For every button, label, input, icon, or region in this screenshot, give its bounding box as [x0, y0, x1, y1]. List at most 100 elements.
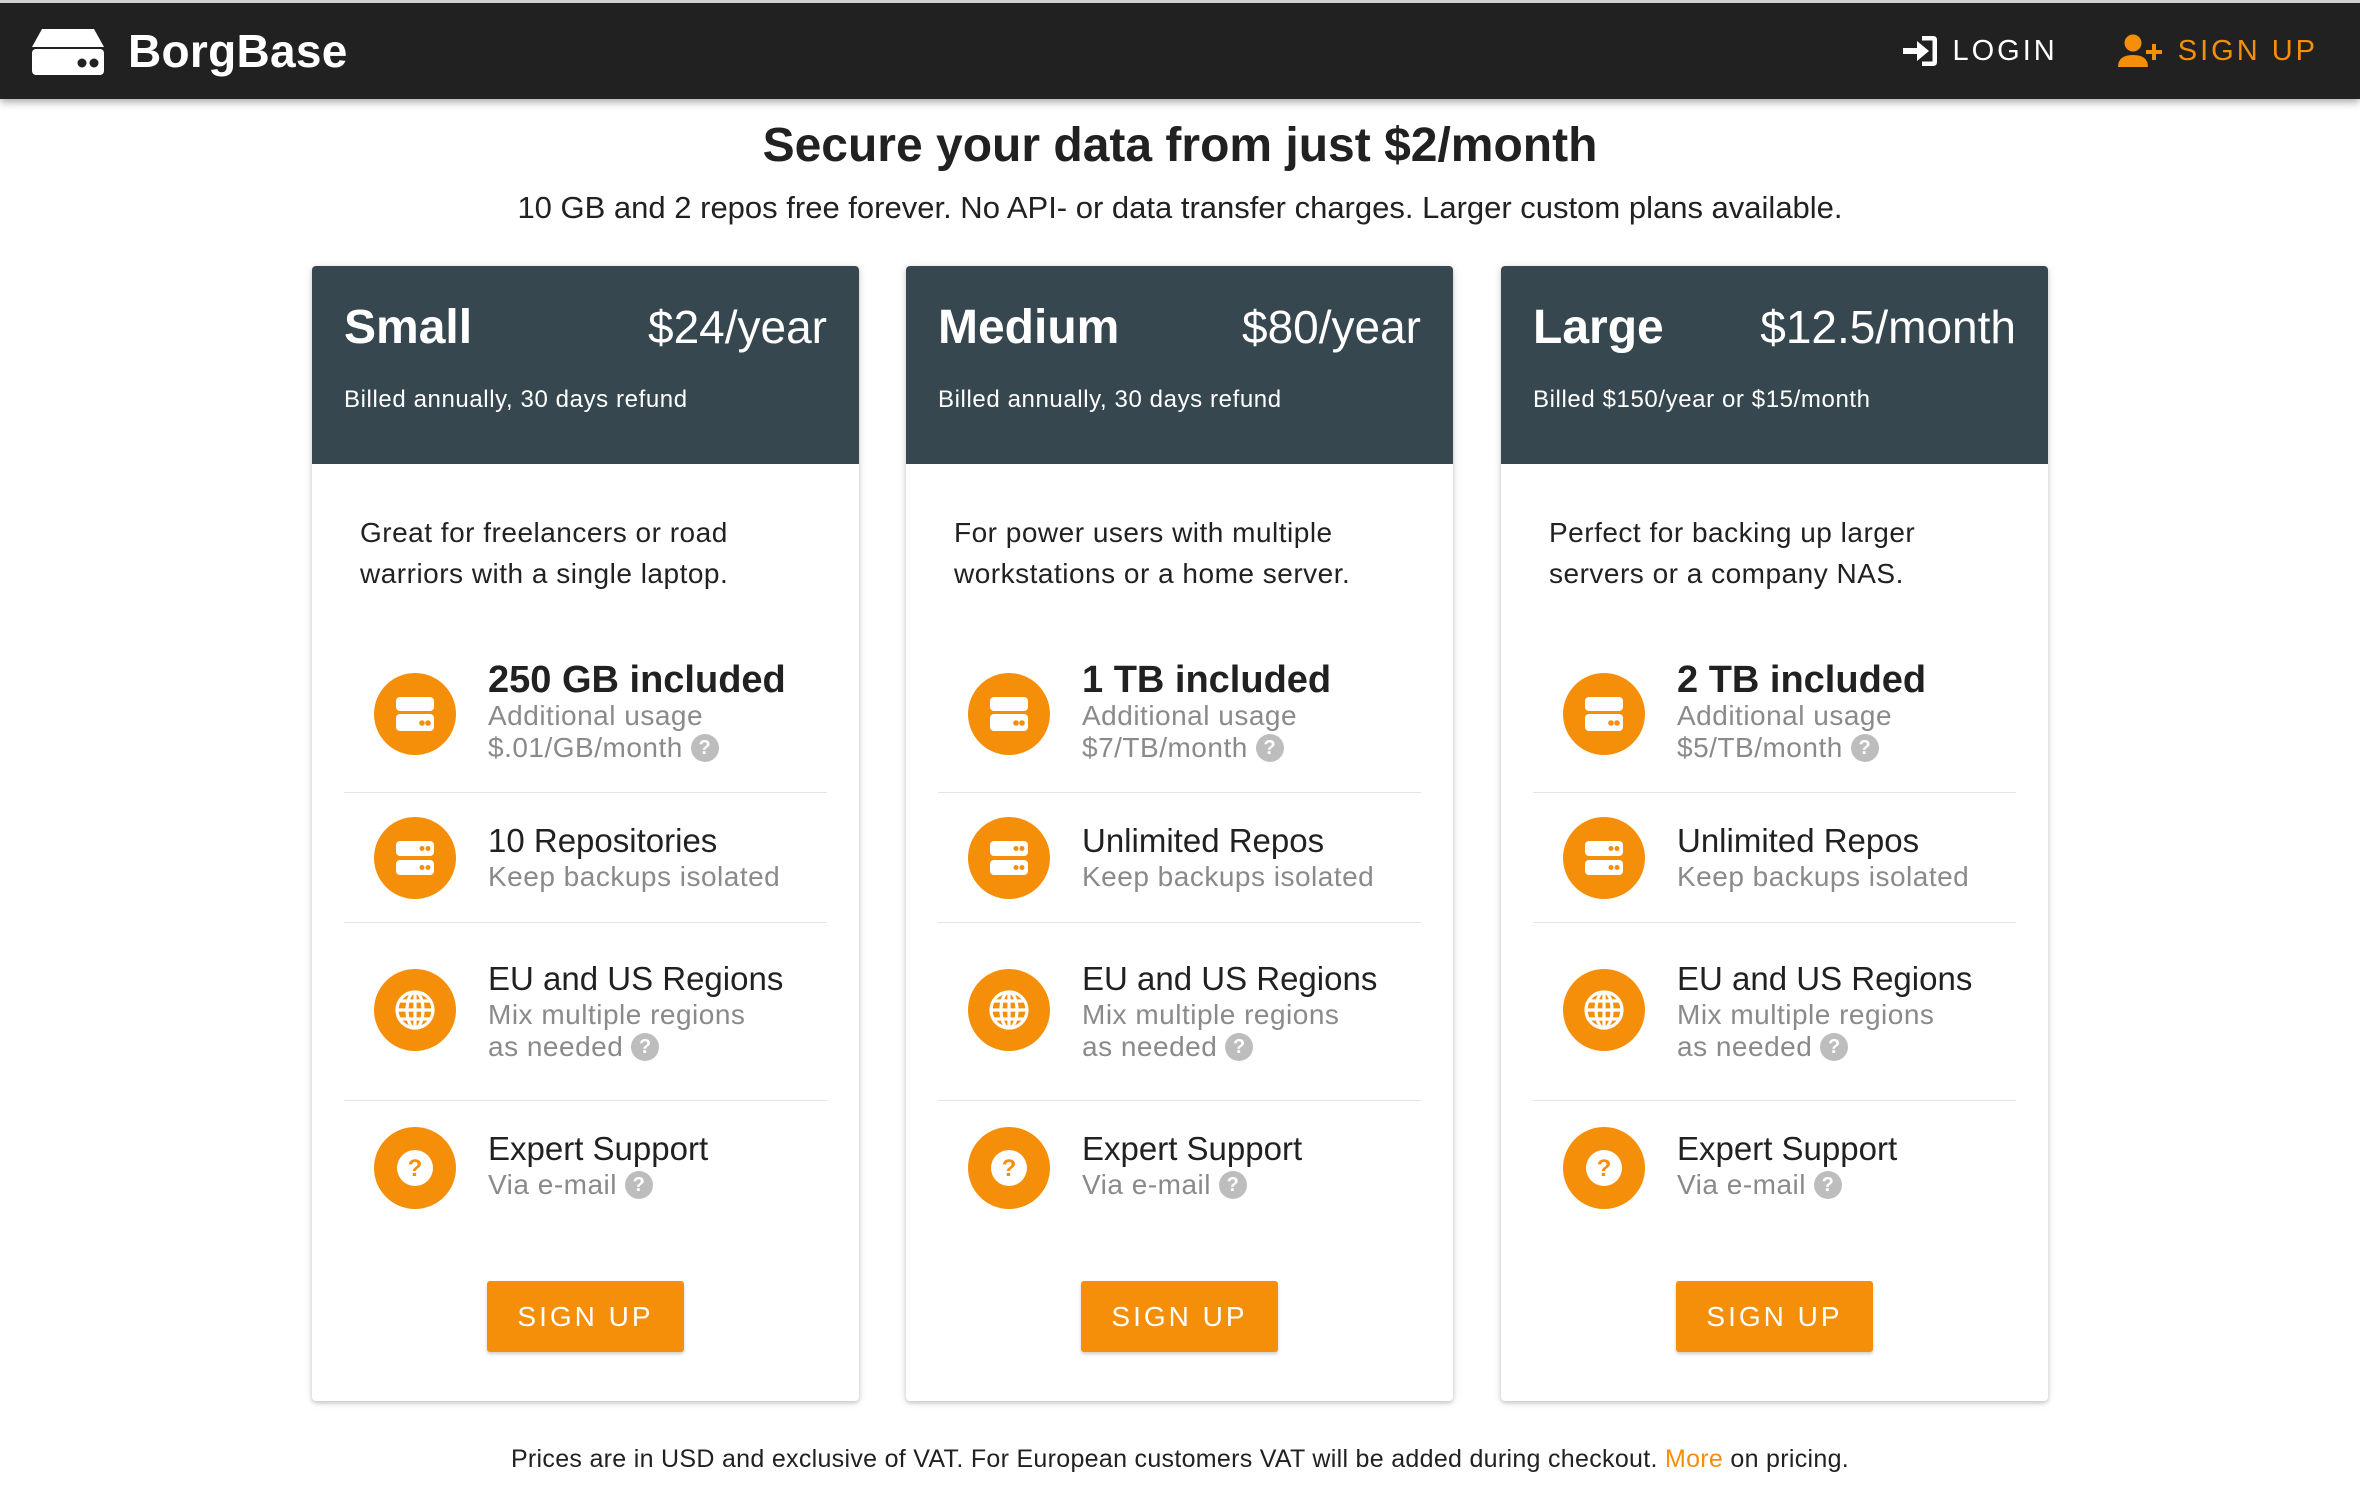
feature-repos: Unlimited Repos Keep backups isolated [938, 793, 1421, 923]
feature-subtitle: as needed [488, 1031, 624, 1062]
help-icon[interactable]: ? [690, 733, 719, 762]
feature-subtitle: Keep backups isolated [488, 861, 781, 892]
login-icon [1902, 36, 1937, 66]
plan-price: $12.5/month [1760, 301, 2016, 353]
harddisk-icon [374, 673, 456, 755]
feature-subtitle: Additional usage [488, 700, 704, 731]
feature-subtitle: Additional usage [1677, 700, 1893, 731]
plan-name: Medium [938, 301, 1120, 354]
feature-storage: 2 TB included Additional usage $5/TB/mon… [1533, 636, 2016, 793]
feature-title: Unlimited Repos [1677, 822, 1920, 859]
plan-name: Small [344, 301, 473, 354]
feature-subtitle: Mix multiple regions [488, 999, 746, 1030]
feature-storage: 1 TB included Additional usage $7/TB/mon… [938, 636, 1421, 793]
feature-support: Expert Support Via e-mail? [938, 1101, 1421, 1241]
signup-button-medium[interactable]: Sign up [1081, 1281, 1278, 1352]
help-icon[interactable]: ? [1255, 733, 1284, 762]
feature-title: EU and US Regions [1082, 960, 1378, 997]
plan-name: Large [1533, 301, 1664, 354]
footnote-text-after: on pricing. [1730, 1445, 1850, 1473]
help-icon[interactable]: ? [1225, 1032, 1254, 1061]
signup-button-small[interactable]: Sign up [487, 1281, 684, 1352]
plan-description: Great for freelancers or road warriors w… [360, 517, 729, 589]
harddisk-icon [1563, 673, 1645, 755]
plan-header: Medium $80/year Billed annually, 30 days… [906, 266, 1453, 464]
help-circle-icon [374, 1127, 456, 1209]
more-pricing-link[interactable]: More [1665, 1445, 1723, 1473]
top-navbar: BorgBase Login Sign up [0, 0, 2360, 99]
server-icon [374, 817, 456, 899]
help-icon[interactable]: ? [1218, 1170, 1247, 1199]
feature-regions: EU and US Regions Mix multiple regions a… [938, 923, 1421, 1101]
feature-title: EU and US Regions [488, 960, 784, 997]
server-icon [1563, 817, 1645, 899]
feature-title: 2 TB included [1677, 659, 1927, 701]
pricing-footnote: Prices are in USD and exclusive of VAT. … [0, 1445, 2360, 1474]
help-circle-icon [968, 1127, 1050, 1209]
plan-card-large: Large $12.5/month Billed $150/year or $1… [1501, 266, 2048, 1401]
page-title: Secure your data from just $2/month [762, 119, 1598, 172]
help-circle-icon [1563, 1127, 1645, 1209]
hard-drive-icon [32, 29, 104, 75]
feature-title: 10 Repositories [488, 822, 718, 859]
plan-header: Large $12.5/month Billed $150/year or $1… [1501, 266, 2048, 464]
feature-support: Expert Support Via e-mail? [1533, 1101, 2016, 1241]
feature-title: Unlimited Repos [1082, 822, 1325, 859]
plan-billing: Billed annually, 30 days refund [344, 386, 688, 413]
server-icon [968, 817, 1050, 899]
feature-subtitle: Mix multiple regions [1677, 999, 1935, 1030]
plan-header: Small $24/year Billed annually, 30 days … [312, 266, 859, 464]
help-icon[interactable]: ? [631, 1032, 660, 1061]
globe-icon [374, 969, 456, 1051]
feature-subtitle: Via e-mail [1082, 1169, 1211, 1200]
plan-description: Perfect for backing up larger servers or… [1549, 517, 1916, 589]
feature-subtitle: Keep backups isolated [1082, 861, 1375, 892]
feature-subtitle: Additional usage [1082, 700, 1298, 731]
feature-subtitle: Mix multiple regions [1082, 999, 1340, 1030]
feature-subtitle: $.01/GB/month [488, 732, 683, 763]
help-icon[interactable]: ? [624, 1170, 653, 1199]
feature-subtitle: $5/TB/month [1677, 732, 1843, 763]
feature-storage: 250 GB included Additional usage $.01/GB… [344, 636, 827, 793]
login-button[interactable]: Login [1889, 28, 2070, 74]
plan-price: $80/year [1241, 301, 1421, 353]
feature-title: Expert Support [1677, 1130, 1898, 1167]
top-nav-actions: Login Sign up [1889, 27, 2331, 75]
globe-icon [968, 969, 1050, 1051]
feature-subtitle: as needed [1677, 1031, 1813, 1062]
plan-billing: Billed $150/year or $15/month [1533, 386, 1871, 413]
signup-nav-button[interactable]: Sign up [2106, 27, 2330, 75]
feature-title: Expert Support [488, 1130, 709, 1167]
harddisk-icon [968, 673, 1050, 755]
feature-repos: 10 Repositories Keep backups isolated [344, 793, 827, 923]
feature-subtitle: $7/TB/month [1082, 732, 1248, 763]
feature-title: 1 TB included [1082, 659, 1332, 701]
plan-card-medium: Medium $80/year Billed annually, 30 days… [906, 266, 1453, 1401]
help-icon[interactable]: ? [1813, 1170, 1842, 1199]
feature-subtitle: Via e-mail [488, 1169, 617, 1200]
help-icon[interactable]: ? [1850, 733, 1879, 762]
account-plus-icon [2117, 34, 2162, 67]
help-icon[interactable]: ? [1820, 1032, 1849, 1061]
feature-regions: EU and US Regions Mix multiple regions a… [1533, 923, 2016, 1101]
plan-price: $24/year [647, 301, 827, 353]
plan-card-small: Small $24/year Billed annually, 30 days … [312, 266, 859, 1401]
feature-regions: EU and US Regions Mix multiple regions a… [344, 923, 827, 1101]
brand-link[interactable]: BorgBase [30, 24, 348, 78]
footnote-text: Prices are in USD and exclusive of VAT. … [510, 1445, 1658, 1473]
signup-button-large[interactable]: Sign up [1676, 1281, 1873, 1352]
page-subtitle: 10 GB and 2 repos free forever. No API- … [517, 190, 1843, 225]
feature-title: 250 GB included [488, 659, 786, 701]
plan-description: For power users with multiple workstatio… [954, 517, 1351, 589]
feature-support: Expert Support Via e-mail? [344, 1101, 827, 1241]
plan-billing: Billed annually, 30 days refund [938, 386, 1282, 413]
feature-title: Expert Support [1082, 1130, 1303, 1167]
feature-repos: Unlimited Repos Keep backups isolated [1533, 793, 2016, 923]
feature-subtitle: as needed [1082, 1031, 1218, 1062]
feature-title: EU and US Regions [1677, 960, 1973, 997]
brand-name: BorgBase [128, 25, 348, 77]
globe-icon [1563, 969, 1645, 1051]
signup-nav-label: Sign up [2177, 34, 2318, 67]
feature-subtitle: Via e-mail [1677, 1169, 1806, 1200]
feature-subtitle: Keep backups isolated [1677, 861, 1970, 892]
